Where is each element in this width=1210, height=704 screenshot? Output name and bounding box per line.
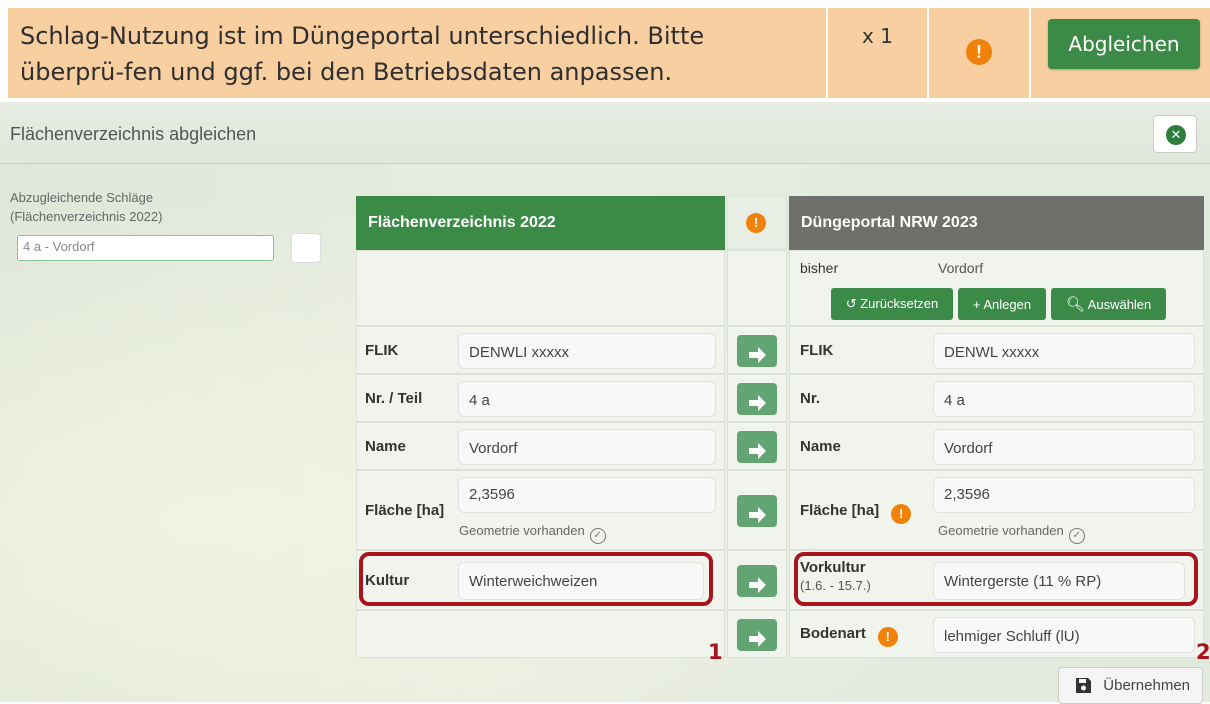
geometry-status: Geometrie vorhanden ✓	[938, 523, 1085, 544]
close-circle-icon: ✕	[1166, 125, 1186, 145]
middle-row-name	[727, 422, 787, 470]
search-icon: 🔍︎	[1065, 296, 1085, 313]
check-circle-icon: ✓	[1068, 528, 1085, 544]
highlight-box-2	[794, 552, 1198, 606]
area-label: Fläche [ha]!	[800, 502, 912, 524]
flik-label: FLIK	[800, 342, 834, 359]
highlight-box-1	[359, 552, 713, 606]
transfer-flik-button[interactable]	[737, 335, 777, 367]
banner-action: Abgleichen	[1031, 8, 1210, 98]
exclamation-circle-icon: !	[966, 39, 992, 65]
banner-warning: !	[929, 8, 1029, 98]
left-row-name: Name Vordorf	[356, 422, 725, 470]
nr-label: Nr.	[800, 390, 821, 407]
compare-modal: Flächenverzeichnis abgleichen ✕ Abzuglei…	[0, 102, 1210, 704]
field-checkbox[interactable]	[291, 233, 321, 263]
area-label-text: Fläche [ha]	[800, 502, 880, 519]
undo-icon: ↺	[845, 296, 857, 311]
area-number: 2,3596	[469, 486, 515, 503]
soil-value: lehmiger Schluff (lU)	[933, 617, 1195, 653]
arrow-right-icon	[749, 576, 766, 593]
field-select[interactable]: 4 a - Vordorf	[17, 235, 274, 261]
area-value: 2,3596	[458, 477, 716, 513]
check-circle-icon: ✓	[589, 528, 606, 544]
middle-row-area	[727, 470, 787, 550]
modal-header: Flächenverzeichnis abgleichen ✕	[0, 102, 1210, 164]
left-row-flik: FLIK DENWLI xxxxx	[356, 326, 725, 374]
nr-label: Nr. / Teil	[365, 390, 423, 407]
right-row-nr: Nr. 4 a	[789, 374, 1204, 422]
transfer-crop-button[interactable]	[737, 565, 777, 597]
transfer-name-button[interactable]	[737, 431, 777, 463]
arrow-right-icon	[749, 346, 766, 363]
left-row-area: Fläche [ha] 2,3596 Geometrie vorhanden ✓	[356, 470, 725, 550]
flik-value: DENWL xxxxx	[933, 333, 1195, 369]
right-row-flik: FLIK DENWL xxxxx	[789, 326, 1204, 374]
transfer-soil-button[interactable]	[737, 619, 777, 651]
left-empty-last	[356, 610, 725, 658]
annotation-2: 2	[1196, 640, 1210, 664]
alert-banner: Schlag-Nutzung ist im Düngeportal unters…	[0, 0, 1210, 100]
transfer-nr-button[interactable]	[737, 383, 777, 415]
close-button[interactable]: ✕	[1153, 115, 1197, 153]
arrow-right-icon	[749, 442, 766, 459]
geometry-text: Geometrie vorhanden	[459, 523, 585, 538]
flik-value: DENWLI xxxxx	[458, 333, 716, 369]
nr-value: 4 a	[458, 381, 716, 417]
abgleichen-button[interactable]: Abgleichen	[1048, 19, 1200, 69]
fields-label: Abzugleichende Schläge (Flächenverzeichn…	[10, 188, 162, 226]
plus-icon: +	[972, 296, 981, 312]
banner-count: x 1	[828, 8, 927, 98]
right-column-header: Düngeportal NRW 2023	[789, 196, 1204, 250]
middle-row-nr	[727, 374, 787, 422]
middle-row-flik	[727, 326, 787, 374]
annotation-1: 1	[708, 640, 723, 664]
select-label: Auswählen	[1087, 297, 1152, 312]
name-label: Name	[800, 438, 841, 455]
soil-label: Bodenart!	[800, 625, 898, 647]
right-row-soil: Bodenart! lehmiger Schluff (lU)	[789, 610, 1204, 658]
middle-row-soil	[727, 610, 787, 658]
middle-empty-row	[727, 250, 787, 326]
name-value: Vordorf	[933, 429, 1195, 465]
arrow-right-icon	[749, 394, 766, 411]
geometry-status: Geometrie vorhanden ✓	[459, 523, 606, 544]
fields-label-line2: (Flächenverzeichnis 2022)	[10, 209, 163, 224]
exclamation-circle-icon: !	[746, 213, 766, 233]
name-value: Vordorf	[458, 429, 716, 465]
geometry-text: Geometrie vorhanden	[938, 523, 1064, 538]
arrow-right-icon	[749, 506, 766, 523]
banner-message: Schlag-Nutzung ist im Düngeportal unters…	[8, 8, 826, 98]
left-column-header: Flächenverzeichnis 2022	[356, 196, 725, 250]
add-button[interactable]: + Anlegen	[958, 288, 1046, 320]
area-label: Fläche [ha]	[365, 502, 445, 519]
left-empty-row	[356, 250, 725, 326]
flik-label: FLIK	[365, 342, 399, 359]
name-label: Name	[365, 438, 406, 455]
middle-row-crop	[727, 550, 787, 610]
add-label: Anlegen	[983, 296, 1032, 312]
reset-label: Zurücksetzen	[860, 296, 939, 311]
info-warning-icon[interactable]: !	[877, 627, 898, 647]
reset-button[interactable]: ↺ Zurücksetzen	[831, 288, 953, 320]
save-label: Übernehmen	[1103, 677, 1190, 694]
left-row-nr: Nr. / Teil 4 a	[356, 374, 725, 422]
modal-title: Flächenverzeichnis abgleichen	[10, 124, 257, 144]
arrow-right-icon	[749, 630, 766, 647]
soil-label-text: Bodenart	[800, 625, 866, 642]
save-button[interactable]: Übernehmen	[1058, 667, 1203, 704]
floppy-disk-icon	[1076, 678, 1091, 693]
area-number: 2,3596	[944, 486, 990, 503]
bisher-label: bisher	[800, 260, 839, 276]
right-row-area: Fläche [ha]! 2,3596 Geometrie vorhanden ✓	[789, 470, 1204, 550]
info-warning-icon[interactable]: !	[891, 504, 912, 524]
transfer-area-button[interactable]	[737, 495, 777, 527]
select-button[interactable]: 🔍︎ Auswählen	[1051, 288, 1166, 320]
middle-header: !	[727, 196, 787, 250]
area-value: 2,3596	[933, 477, 1195, 513]
fields-label-line1: Abzugleichende Schläge	[10, 190, 154, 205]
bisher-value: Vordorf	[938, 260, 984, 276]
right-row-name: Name Vordorf	[789, 422, 1204, 470]
nr-value: 4 a	[933, 381, 1195, 417]
